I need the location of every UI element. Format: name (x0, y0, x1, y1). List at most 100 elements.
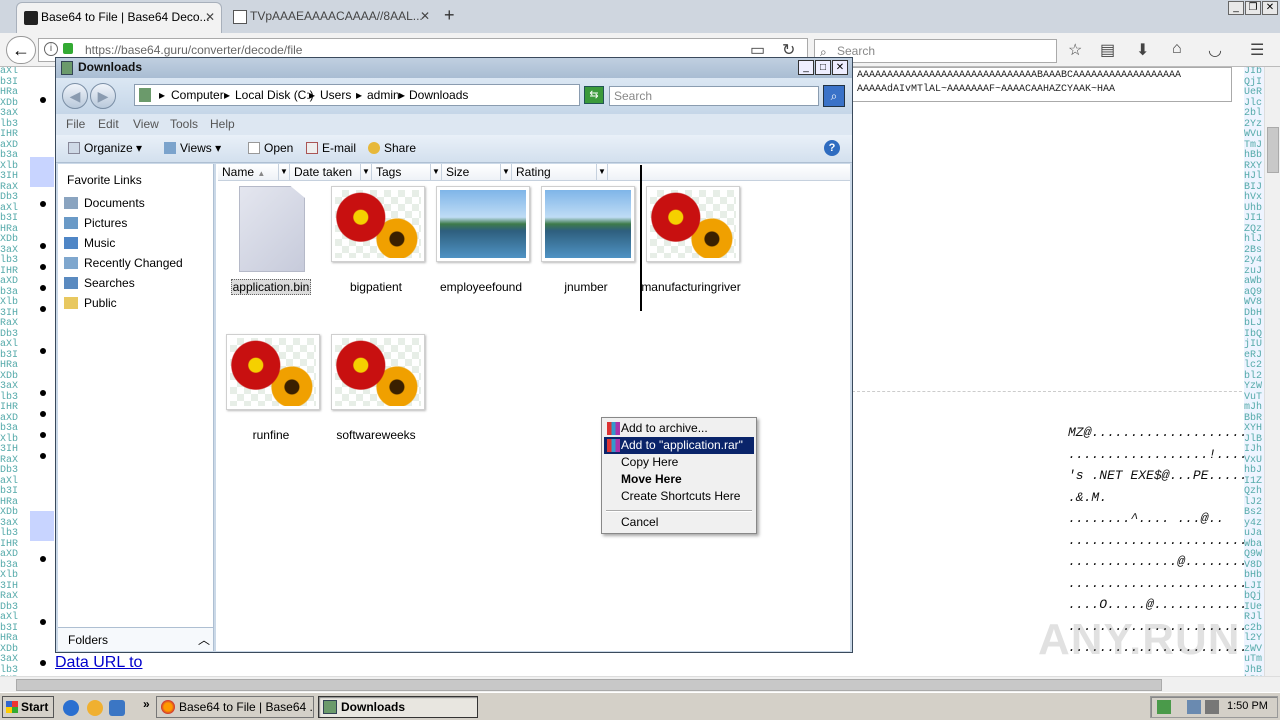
favorite-searches[interactable]: Searches (62, 274, 210, 292)
bookmarks-list-icon[interactable]: ▤ (1100, 40, 1115, 60)
file-label: softwareweeks (336, 428, 416, 442)
scroll-thumb[interactable] (16, 679, 1162, 691)
breadcrumb-separator[interactable]: ▸ (399, 88, 405, 102)
search-icon[interactable]: ⌕ (823, 85, 845, 107)
column-rating[interactable]: Rating ▼ (512, 164, 608, 181)
lock-icon[interactable] (63, 43, 73, 54)
start-button[interactable]: Start (2, 696, 54, 718)
menu-file[interactable]: File (66, 117, 85, 131)
download-icon[interactable]: ⬇ (1136, 40, 1149, 60)
close-icon[interactable]: ✕ (420, 2, 430, 31)
explorer-search-input[interactable]: Search (609, 86, 819, 106)
browser-tab-data[interactable]: TVpAAAEAAAACAAAA//8AAL... ✕ (226, 2, 436, 33)
menu-item-move-here[interactable]: Move Here (604, 471, 754, 488)
restore-icon[interactable]: ❐ (1245, 1, 1261, 15)
file-jnumber[interactable]: jnumber (536, 186, 636, 298)
column-name[interactable]: Name ▲ ▼ (218, 164, 290, 181)
menu-item-cancel[interactable]: Cancel (604, 514, 754, 531)
refresh-icon[interactable]: ⇆ (584, 86, 604, 104)
menu-item-copy-here[interactable]: Copy Here (604, 454, 754, 471)
chevron-down-icon[interactable]: ▼ (596, 164, 607, 180)
column-date-taken[interactable]: Date taken ▼ (290, 164, 372, 181)
favorite-documents[interactable]: Documents (62, 194, 210, 212)
organize-button[interactable]: Organize ▾ (68, 141, 142, 155)
maximize-icon[interactable]: □ (815, 60, 831, 75)
menu-item-add-to-archive[interactable]: Add to archive... (604, 420, 754, 437)
pocket-icon[interactable]: ◡ (1208, 40, 1222, 60)
base64-input-field[interactable]: AAAAAAAAAAAAAAAAAAAAAAAAAAAAAABAAABCAAAA… (852, 67, 1232, 102)
file-runfine[interactable]: runfine (221, 334, 321, 446)
forward-arrow-icon[interactable]: ▶ (90, 83, 116, 109)
file-employeefound[interactable]: employeefound (431, 186, 531, 298)
back-arrow-icon[interactable]: ← (6, 36, 36, 64)
column-size[interactable]: Size ▼ (442, 164, 512, 181)
info-icon[interactable]: i (44, 42, 58, 56)
menu-item-add-to-rar[interactable]: Add to "application.rar" (604, 437, 754, 454)
open-button[interactable]: Open (248, 141, 293, 155)
chevron-down-icon[interactable]: ▼ (278, 164, 289, 180)
breadcrumb-item[interactable]: Computer (171, 88, 224, 102)
favorite-public[interactable]: Public (62, 294, 210, 312)
organize-label: Organize (84, 141, 133, 155)
taskbar-firefox[interactable]: Base64 to File | Base64 ... (156, 696, 314, 718)
file-application-bin[interactable]: application.bin (221, 186, 321, 298)
help-icon[interactable]: ? (824, 140, 840, 156)
ie-icon[interactable] (63, 700, 79, 716)
menu-item-create-shortcuts[interactable]: Create Shortcuts Here (604, 488, 754, 505)
column-resize-line[interactable] (640, 165, 642, 311)
scroll-thumb[interactable] (1267, 127, 1279, 173)
favorite-music[interactable]: Music (62, 234, 210, 252)
close-window-icon[interactable]: ✕ (1262, 1, 1278, 15)
share-button[interactable]: Share (368, 141, 416, 155)
favorite-label: Music (84, 236, 116, 250)
file-bigpatient[interactable]: bigpatient (326, 186, 426, 298)
email-button[interactable]: E-mail (306, 141, 356, 155)
browser-tab-base64[interactable]: Base64 to File | Base64 Deco... ✕ (16, 2, 222, 33)
breadcrumb-item[interactable]: Downloads (409, 88, 468, 102)
favorite-recently-changed[interactable]: Recently Changed (62, 254, 210, 272)
menu-tools[interactable]: Tools (170, 117, 198, 131)
menu-help[interactable]: Help (210, 117, 235, 131)
new-tab-icon[interactable]: + (444, 5, 455, 26)
breadcrumb-item[interactable]: Local Disk (C:) (235, 88, 314, 102)
file-manufacturingriver[interactable]: manufacturingriver (641, 186, 741, 298)
chevron-down-icon[interactable]: ▼ (430, 164, 441, 180)
breadcrumb-item[interactable]: Users (320, 88, 351, 102)
menu-edit[interactable]: Edit (98, 117, 119, 131)
breadcrumb[interactable]: ▸ Computer ▸ Local Disk (C:) ▸ Users ▸ a… (134, 84, 653, 106)
chevron-down-icon[interactable]: ▼ (500, 164, 511, 180)
breadcrumb-separator[interactable]: ▸ (224, 88, 230, 102)
minimize-icon[interactable]: _ (1228, 1, 1244, 15)
page-vertical-scrollbar[interactable] (1264, 67, 1280, 676)
breadcrumb-item[interactable]: admin (367, 88, 400, 102)
show-desktop-icon[interactable] (109, 700, 125, 716)
file-softwareweeks[interactable]: softwareweeks (326, 334, 426, 446)
minimize-icon[interactable]: _ (798, 60, 814, 75)
back-arrow-icon[interactable]: ◀ (62, 83, 88, 109)
media-player-icon[interactable] (87, 700, 103, 716)
security-icon[interactable] (1157, 700, 1171, 714)
bookmark-star-icon[interactable]: ☆ (1068, 40, 1082, 60)
chevron-down-icon[interactable]: ▼ (360, 164, 371, 180)
breadcrumb-separator[interactable]: ▸ (159, 88, 165, 102)
close-icon[interactable]: ✕ (832, 60, 848, 75)
page-horizontal-scrollbar[interactable] (0, 676, 1280, 692)
watermark-logo: ANY.RUN (1038, 615, 1241, 664)
network-icon[interactable] (1187, 700, 1201, 714)
folders-toggle[interactable]: Folders ︿ (58, 627, 213, 651)
views-button[interactable]: Views ▾ (164, 141, 221, 155)
list-bullet (40, 306, 46, 312)
close-icon[interactable]: ✕ (205, 3, 215, 32)
breadcrumb-separator[interactable]: ▸ (356, 88, 362, 102)
hamburger-menu-icon[interactable]: ☰ (1250, 40, 1264, 60)
volume-icon[interactable] (1205, 700, 1219, 714)
data-url-link[interactable]: Data URL to (55, 654, 142, 672)
column-tags[interactable]: Tags ▼ (372, 164, 442, 181)
quick-launch-more[interactable]: » (143, 697, 150, 711)
window-titlebar[interactable]: Downloads _ □ ✕ (56, 58, 852, 78)
home-icon[interactable]: ⌂ (1172, 40, 1182, 58)
menu-view[interactable]: View (133, 117, 159, 131)
favorite-pictures[interactable]: Pictures (62, 214, 210, 232)
breadcrumb-separator[interactable]: ▸ (309, 88, 315, 102)
taskbar-downloads[interactable]: Downloads (318, 696, 478, 718)
